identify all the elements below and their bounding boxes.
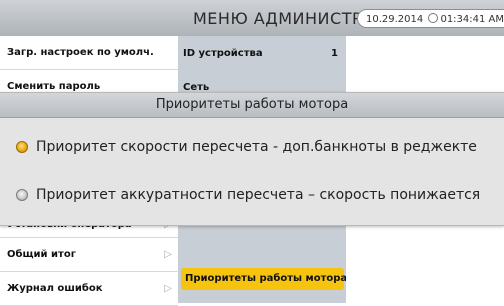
page-title: МЕНЮ АДМИНИСТР. — [193, 9, 368, 28]
device-id-row[interactable]: ID устройства 1 — [178, 48, 346, 68]
menu-item-grand-total[interactable]: Общий итог ▷ — [0, 238, 178, 272]
device-id-label: ID устройства — [183, 48, 263, 59]
chevron-right-icon: ▷ — [164, 283, 172, 294]
device-id-value: 1 — [331, 48, 338, 59]
datetime-badge: 10.29.2014 01:34:41 AM — [357, 9, 504, 28]
motor-priority-dialog: Приоритеты работы мотора Приоритет скоро… — [0, 92, 504, 226]
clock-icon — [428, 13, 439, 23]
menu-item-label: Сменить пароль — [7, 81, 101, 92]
menu-item-error-log[interactable]: Журнал ошибок ▷ — [0, 272, 178, 306]
menu-item-label: Общий итог — [7, 249, 76, 260]
option-label: Приоритет скорости пересчета - доп.банкн… — [36, 139, 477, 155]
motor-priority-item[interactable]: Приоритеты работы мотора — [181, 268, 347, 290]
header-bar: МЕНЮ АДМИНИСТР. 10.29.2014 01:34:41 AM — [0, 0, 504, 36]
date-text: 10.29.2014 — [366, 14, 424, 25]
option-label: Приоритет аккуратности пересчета – скоро… — [36, 187, 481, 203]
chevron-right-icon: ▷ — [164, 249, 172, 260]
radio-unselected-icon[interactable] — [16, 189, 28, 201]
time-text: 01:34:41 AM — [440, 14, 504, 25]
menu-item-label: Загр. настроек по умолч. — [7, 47, 154, 58]
menu-item-label: Журнал ошибок — [7, 283, 103, 294]
dialog-title: Приоритеты работы мотора — [0, 93, 504, 118]
radio-selected-icon[interactable] — [16, 141, 28, 153]
menu-item-load-defaults[interactable]: Загр. настроек по умолч. — [0, 36, 178, 70]
